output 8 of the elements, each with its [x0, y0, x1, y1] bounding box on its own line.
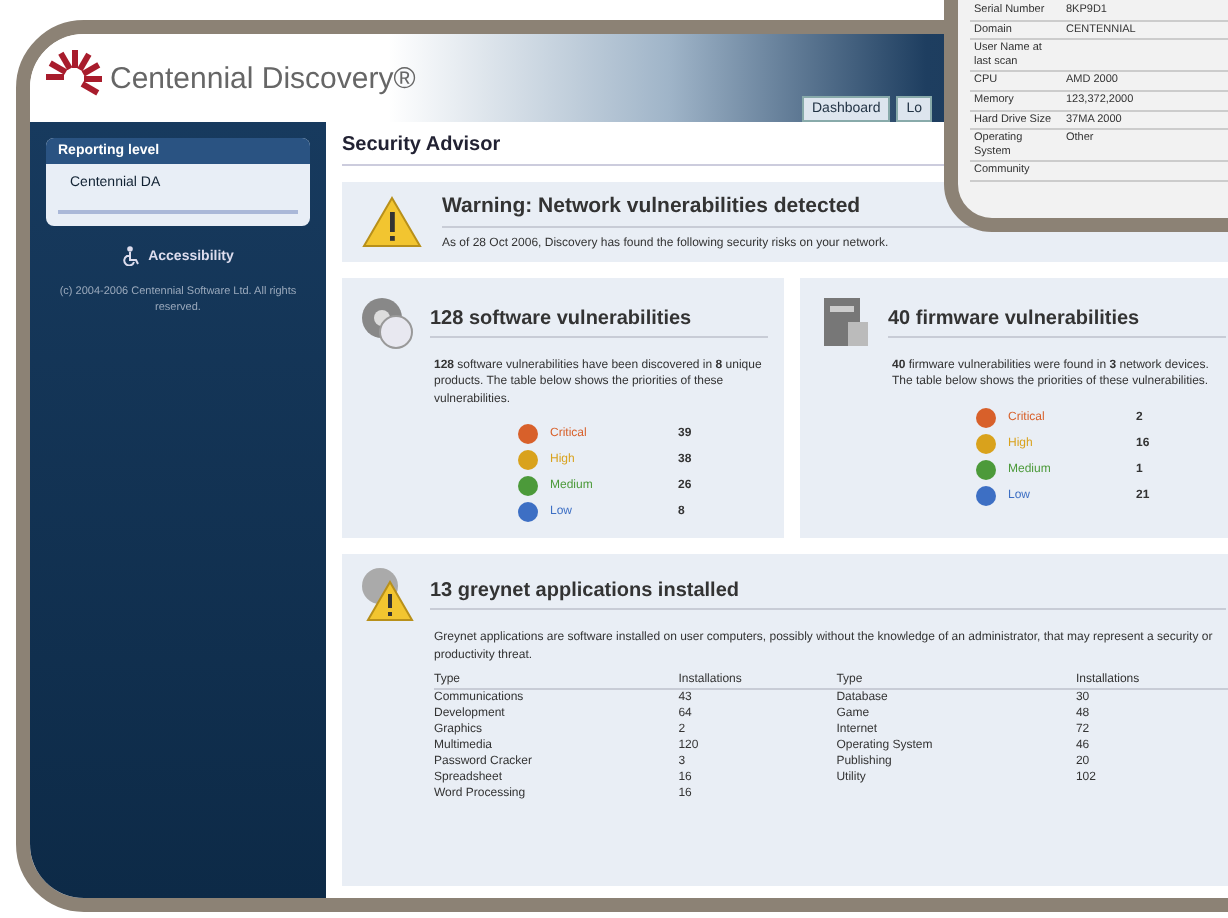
accessibility-icon [122, 246, 141, 266]
warning-icon [362, 196, 422, 248]
panel-title: 13 greynet applications installed [430, 579, 1226, 610]
warning-disc-icon [358, 566, 414, 623]
logo-text: Centennial Discovery® [110, 61, 416, 95]
panel-title: 128 software vulnerabilities [430, 307, 768, 337]
panel-title: 40 firmware vulnerabilities [888, 307, 1226, 337]
gear-disc-icon [358, 294, 414, 350]
